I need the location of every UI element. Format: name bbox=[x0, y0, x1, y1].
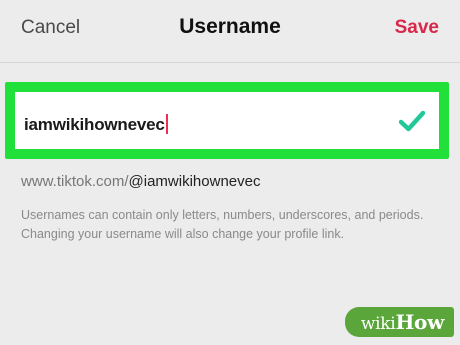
username-field-highlight: iamwikihownevec bbox=[5, 82, 449, 159]
username-help-text: Usernames can contain only letters, numb… bbox=[21, 208, 424, 241]
wikihow-watermark: wikiHow bbox=[344, 307, 454, 337]
profile-link: www.tiktok.com/@iamwikihownevec bbox=[21, 173, 260, 190]
text-cursor bbox=[165, 114, 168, 134]
username-input[interactable]: iamwikihownevec bbox=[15, 92, 439, 149]
header: Cancel Username Save bbox=[0, 0, 460, 63]
username-input-value: iamwikihownevec bbox=[24, 114, 168, 135]
profile-link-base: www.tiktok.com/ bbox=[21, 173, 129, 190]
watermark-how: How bbox=[395, 310, 444, 334]
page-title: Username bbox=[179, 15, 281, 38]
save-button[interactable]: Save bbox=[395, 17, 439, 39]
username-text: iamwikihownevec bbox=[24, 115, 165, 134]
check-icon bbox=[399, 110, 425, 132]
watermark-wiki: wiki bbox=[360, 314, 396, 334]
profile-link-handle: @iamwikihownevec bbox=[128, 173, 261, 190]
